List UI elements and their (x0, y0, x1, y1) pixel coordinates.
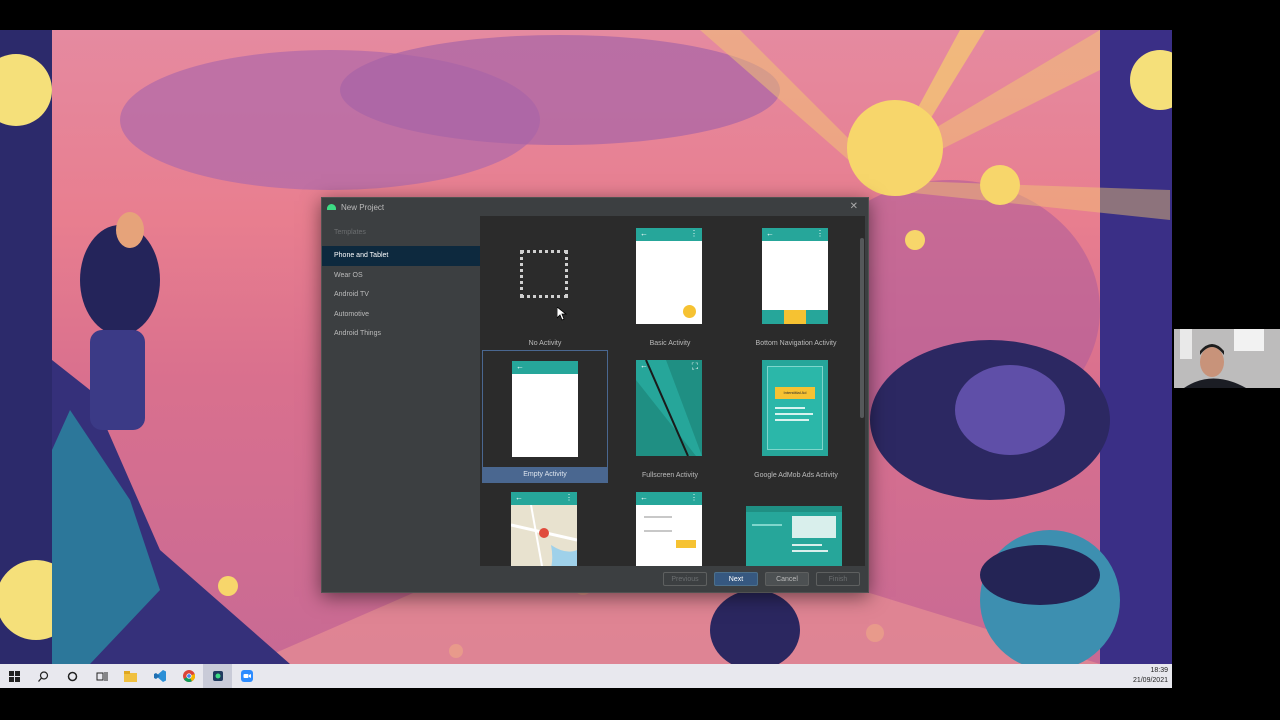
sidebar-title: Templates (334, 229, 366, 236)
fullscreen-icon: ⛶ (691, 361, 698, 371)
text-line (775, 413, 813, 415)
webcam-person (1174, 329, 1280, 388)
phone-preview: ← (512, 361, 578, 457)
android-studio-icon (327, 204, 336, 210)
file-explorer-icon[interactable] (116, 664, 145, 688)
back-arrow-icon: ← (516, 362, 524, 371)
template-label: No Activity (528, 340, 562, 347)
system-clock[interactable]: 18:39 21/09/2021 (1133, 666, 1168, 686)
template-basic-activity[interactable]: ← ⋮ Basic Activity (607, 218, 733, 351)
dialog-footer: Previous Next Cancel Finish (322, 566, 868, 592)
next-button[interactable]: Next (714, 572, 758, 586)
template-bottom-navigation[interactable]: ← ⋮ Bottom Navigation Activity (733, 218, 859, 351)
sidebar-item-android-tv[interactable]: Android TV (322, 285, 480, 305)
cancel-button[interactable]: Cancel (765, 572, 809, 586)
empty-template-icon (520, 250, 568, 298)
android-studio-icon[interactable] (203, 664, 232, 688)
back-arrow-icon: ← (640, 229, 648, 238)
zoom-icon[interactable] (232, 664, 261, 688)
template-label: Basic Activity (649, 340, 691, 347)
overflow-menu-icon: ⋮ (690, 493, 698, 502)
text-line (775, 407, 805, 409)
overflow-menu-icon: ⋮ (690, 229, 698, 238)
sidebar-item-wear-os[interactable]: Wear OS (322, 266, 480, 286)
ad-card: Interstitial Ad (767, 366, 823, 450)
search-icon[interactable] (29, 664, 58, 688)
template-fullscreen-activity[interactable]: ← ⛶ Fullscreen Activity (607, 350, 733, 483)
chrome-icon[interactable] (174, 664, 203, 688)
phone-preview: ← ⋮ (636, 492, 702, 566)
sidebar-item-android-things[interactable]: Android Things (322, 324, 480, 344)
clock-date: 21/09/2021 (1132, 677, 1168, 684)
mouse-cursor (557, 307, 567, 321)
sidebar-item-phone-tablet[interactable]: Phone and Tablet (322, 246, 480, 266)
phone-preview: Interstitial Ad (762, 360, 828, 456)
template-label: Fullscreen Activity (641, 472, 699, 479)
overflow-menu-icon: ⋮ (816, 229, 824, 238)
back-arrow-icon: ← (640, 361, 648, 370)
template-label: Google AdMob Ads Activity (754, 472, 838, 479)
clock-time: 18:39 (1150, 667, 1168, 674)
form-line (644, 530, 672, 532)
template-label: Bottom Navigation Activity (755, 340, 837, 347)
template-empty-activity[interactable]: ← Empty Activity (482, 350, 608, 483)
sidebar-item-automotive[interactable]: Automotive (322, 305, 480, 325)
template-no-activity[interactable]: No Activity (482, 218, 608, 351)
vscode-icon[interactable] (145, 664, 174, 688)
template-gallery: No Activity ← ⋮ Basic Activity ← ⋮ Bottom … (480, 216, 865, 566)
detail-pane (792, 516, 836, 538)
new-project-dialog: New Project ✕ Templates Phone and Tablet… (321, 197, 869, 593)
text-line (792, 544, 822, 546)
form-line (644, 516, 672, 518)
gallery-scrollbar[interactable] (860, 238, 864, 418)
windows-start-icon[interactable] (0, 664, 29, 688)
webcam-overlay (1174, 329, 1280, 388)
close-icon[interactable]: ✕ (850, 201, 858, 212)
template-master-detail[interactable] (733, 482, 859, 566)
map-preview (511, 505, 577, 566)
task-view-icon[interactable] (87, 664, 116, 688)
template-label: Empty Activity (483, 467, 607, 482)
phone-preview: ← ⋮ (762, 228, 828, 324)
templates-sidebar: Templates Phone and Tablet Wear OS Andro… (322, 216, 480, 568)
interstitial-ad-badge: Interstitial Ad (775, 387, 815, 399)
text-line (775, 419, 809, 421)
template-admob-activity[interactable]: Interstitial Ad Google AdMob Ads Activit… (733, 350, 859, 483)
finish-button[interactable]: Finish (816, 572, 860, 586)
bottom-nav-bar (762, 310, 828, 324)
list-line (752, 524, 782, 526)
tablet-preview (746, 506, 842, 566)
desktop-screen: New Project ✕ Templates Phone and Tablet… (0, 30, 1172, 688)
fullscreen-diagonal (636, 360, 702, 456)
back-arrow-icon: ← (515, 493, 523, 502)
tablet-bar (746, 506, 842, 512)
phone-preview: ← ⋮ (636, 228, 702, 324)
phone-preview: ← ⋮ (511, 492, 577, 566)
text-line (792, 550, 828, 552)
fab-icon (683, 305, 696, 318)
previous-button[interactable]: Previous (663, 572, 707, 586)
template-maps-activity[interactable]: ← ⋮ (482, 482, 608, 566)
template-login-activity[interactable]: ← ⋮ (607, 482, 733, 566)
overflow-menu-icon: ⋮ (565, 493, 573, 502)
dialog-titlebar: New Project (322, 198, 868, 216)
dialog-title: New Project (341, 202, 385, 212)
phone-preview: ← ⛶ (636, 360, 702, 456)
cortana-icon[interactable] (58, 664, 87, 688)
nav-item-highlight (784, 310, 806, 324)
form-button (676, 540, 696, 548)
windows-taskbar: 18:39 21/09/2021 (0, 664, 1172, 688)
back-arrow-icon: ← (766, 229, 774, 238)
back-arrow-icon: ← (640, 493, 648, 502)
